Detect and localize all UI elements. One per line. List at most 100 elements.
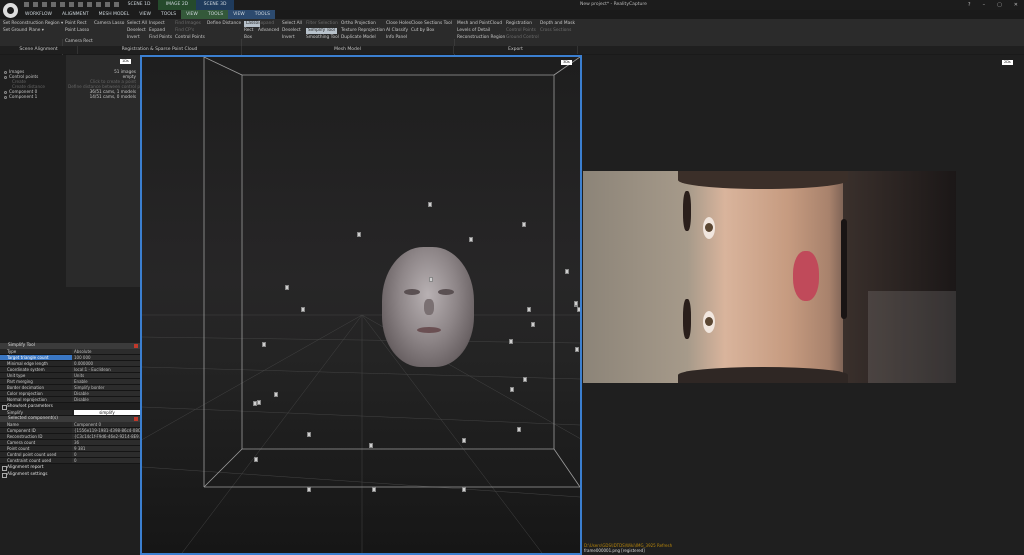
camera-marker[interactable] — [257, 400, 261, 405]
camera-marker[interactable] — [285, 285, 289, 290]
find-points-button[interactable]: Find Points — [149, 35, 172, 41]
camera-marker[interactable] — [429, 277, 433, 282]
show-parameters-toggle[interactable]: Show/set parameters — [0, 403, 140, 410]
mesh-select-all-button[interactable]: Select All — [282, 21, 302, 27]
info-panel-button[interactable]: Info Panel — [386, 35, 407, 41]
set-reconstruction-region-button[interactable]: Set Reconstruction Region ▾ — [3, 21, 63, 27]
camera-marker[interactable] — [523, 377, 527, 382]
doc-tab-1[interactable]: IMAGE 2D — [158, 0, 196, 10]
layout-tall-icon[interactable] — [114, 2, 119, 7]
camera-marker[interactable] — [510, 387, 514, 392]
camera-marker[interactable] — [527, 307, 531, 312]
property-value[interactable]: 0.000000 — [72, 361, 140, 366]
camera-marker[interactable] — [509, 339, 513, 344]
inspect-button[interactable]: Inspect — [149, 21, 165, 27]
mesh-model-face[interactable] — [382, 247, 474, 367]
property-value[interactable]: Enable — [72, 379, 140, 384]
point-lasso-button[interactable]: Point Lasso — [65, 28, 89, 34]
image-view-button[interactable]: 2Ds — [1002, 60, 1013, 65]
texture-reprojection-button[interactable]: Texture Reprojection — [341, 28, 385, 34]
camera-marker[interactable] — [522, 222, 526, 227]
layout-wide-icon[interactable] — [105, 2, 110, 7]
camera-marker[interactable] — [462, 438, 466, 443]
mesh-deselect-button[interactable]: Deselect — [282, 28, 301, 34]
camera-rect-button[interactable]: Camera Rect — [65, 39, 93, 45]
advanced-button[interactable]: Advanced — [258, 28, 279, 34]
camera-marker[interactable] — [577, 307, 580, 312]
camera-marker[interactable] — [575, 347, 579, 352]
doc-tab-0[interactable]: SCENE 1D — [120, 0, 158, 10]
property-value[interactable]: Simplify border — [72, 385, 140, 390]
property-value[interactable]: 100 000 — [72, 355, 140, 360]
new-project-icon[interactable] — [24, 2, 29, 7]
close-holes-button[interactable]: Close Holes — [386, 21, 411, 27]
camera-marker[interactable] — [357, 232, 361, 237]
control-points-button[interactable]: Control Points — [175, 35, 205, 41]
help-icon[interactable]: ? — [968, 0, 971, 10]
layout-grid-icon[interactable] — [87, 2, 92, 7]
property-value[interactable]: Disable — [72, 397, 140, 402]
menu-tab-view-7[interactable]: VIEW — [228, 10, 250, 19]
depth-and-mask-button[interactable]: Depth and Mask — [540, 21, 575, 27]
camera-marker[interactable] — [253, 401, 257, 406]
minimize-icon[interactable]: – — [983, 0, 986, 10]
camera-marker[interactable] — [254, 457, 258, 462]
invert-button[interactable]: Invert — [127, 35, 140, 41]
camera-marker[interactable] — [574, 301, 578, 306]
3d-viewport[interactable]: 3Ds — [140, 55, 582, 555]
layout-quad-icon[interactable] — [96, 2, 101, 7]
tree-item[interactable]: Component 1 — [4, 94, 37, 99]
property-value[interactable]: Disable — [72, 391, 140, 396]
camera-marker[interactable] — [462, 487, 466, 492]
camera-marker[interactable] — [262, 342, 266, 347]
layout-split-icon[interactable] — [78, 2, 83, 7]
ai-classify-button[interactable]: AI Classify — [386, 28, 408, 34]
expand-icon[interactable] — [4, 75, 7, 79]
ortho-projection-button[interactable]: Ortho Projection — [341, 21, 376, 27]
camera-marker[interactable] — [531, 322, 535, 327]
control-points-export-button[interactable]: Control Points — [506, 28, 536, 34]
point-rect-button[interactable]: Point Rect — [65, 21, 87, 27]
alignment-report-section[interactable]: Alignment report — [0, 464, 140, 471]
define-distance-button[interactable]: Define Distance — [207, 21, 241, 27]
menu-tab-mesh-model-2[interactable]: MESH MODEL — [93, 10, 135, 19]
deselect-button[interactable]: Deselect — [127, 28, 146, 34]
property-value[interactable]: Absolute — [72, 349, 140, 354]
camera-marker[interactable] — [469, 237, 473, 242]
ground-control-export-button[interactable]: Ground Control — [506, 35, 539, 41]
select-all-button[interactable]: Select All — [127, 21, 147, 27]
mesh-invert-button[interactable]: Invert — [282, 35, 295, 41]
close-window-icon[interactable]: ✕ — [1014, 0, 1018, 10]
box-button[interactable]: Box — [244, 35, 252, 41]
camera-marker[interactable] — [301, 307, 305, 312]
registration-export-button[interactable]: Registration — [506, 21, 532, 27]
menu-tab-alignment-1[interactable]: ALIGNMENT — [57, 10, 94, 19]
camera-marker[interactable] — [307, 487, 311, 492]
open-icon[interactable] — [33, 2, 38, 7]
camera-marker[interactable] — [517, 427, 521, 432]
camera-marker[interactable] — [565, 269, 569, 274]
menu-tab-view-3[interactable]: VIEW — [134, 10, 156, 19]
simplify-button[interactable]: simplify — [74, 410, 140, 415]
camera-marker[interactable] — [372, 487, 376, 492]
2d-image-panel[interactable]: 2Ds — [582, 55, 1024, 555]
duplicate-model-button[interactable]: Duplicate Model — [341, 35, 376, 41]
reconstruction-region-button[interactable]: Reconstruction Region — [457, 35, 505, 41]
viewport-view-button[interactable]: 3Ds — [561, 60, 572, 65]
undo-icon[interactable] — [51, 2, 56, 7]
rect-button[interactable]: Rect — [244, 28, 253, 34]
selected-image-photo[interactable] — [583, 171, 956, 383]
camera-marker[interactable] — [428, 202, 432, 207]
app-logo-icon[interactable] — [3, 3, 18, 18]
find-images-button[interactable]: Find Images — [175, 21, 201, 27]
expand-button[interactable]: Expand — [149, 28, 165, 34]
camera-lasso-button[interactable]: Camera Lasso — [94, 21, 124, 27]
camera-marker[interactable] — [369, 443, 373, 448]
doc-tab-2[interactable]: SCENE 3D — [196, 0, 234, 10]
camera-marker[interactable] — [307, 432, 311, 437]
smoothing-tool-button[interactable]: Smoothing Tool — [306, 35, 339, 41]
save-icon[interactable] — [42, 2, 47, 7]
simplify-tool-button[interactable]: Simplify Tool — [306, 28, 337, 34]
menu-tab-tools-4[interactable]: TOOLS — [155, 10, 182, 19]
levels-of-detail-button[interactable]: Levels of Detail — [457, 28, 490, 34]
